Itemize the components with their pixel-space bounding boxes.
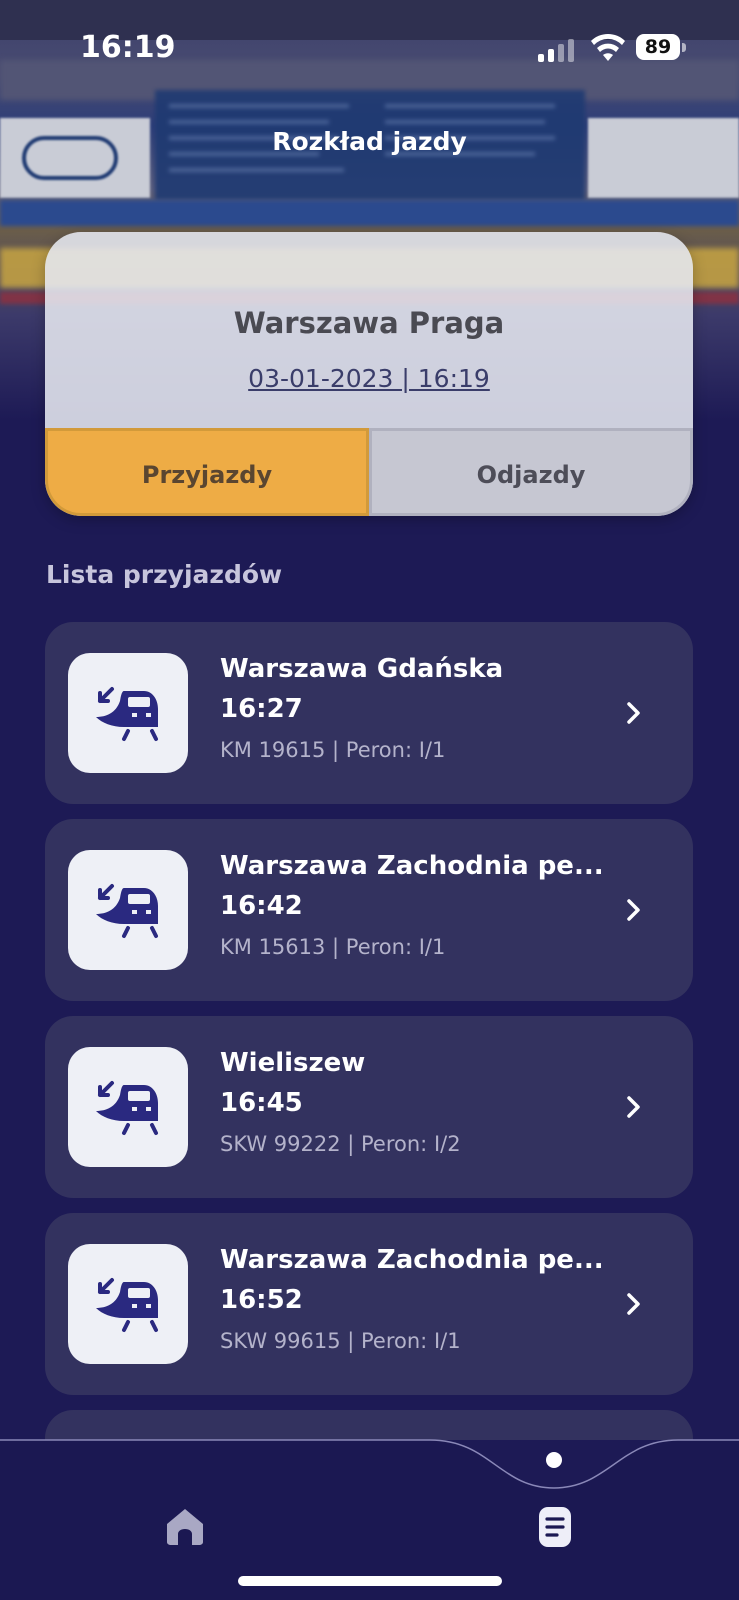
item-destination: Warszawa Zachodnia pe... xyxy=(220,1245,604,1275)
item-destination: Warszawa Gdańska xyxy=(220,654,504,684)
battery-level: 89 xyxy=(636,34,680,60)
item-destination: Warszawa Zachodnia pe... xyxy=(220,851,604,881)
arriving-train-icon xyxy=(68,850,188,970)
chevron-right-icon xyxy=(627,702,640,724)
item-time: 16:27 xyxy=(220,694,303,724)
chevron-right-icon xyxy=(627,1293,640,1315)
item-meta: SKW 99615 | Peron: I/1 xyxy=(220,1329,461,1353)
item-meta: KM 19615 | Peron: I/1 xyxy=(220,738,446,762)
active-tab-indicator xyxy=(546,1452,562,1468)
home-indicator xyxy=(238,1576,502,1586)
wifi-icon xyxy=(591,33,625,61)
chevron-right-icon xyxy=(627,1096,640,1118)
list-item[interactable]: Warszawa Zachodnia pe... 16:52 SKW 99615… xyxy=(45,1213,693,1395)
cellular-signal-icon xyxy=(538,38,578,62)
station-name: Warszawa Praga xyxy=(233,306,505,340)
tab-arrivals[interactable]: Przyjazdy xyxy=(45,428,369,516)
home-icon[interactable] xyxy=(163,1506,207,1546)
item-meta: SKW 99222 | Peron: I/2 xyxy=(220,1132,461,1156)
list-title: Lista przyjazdów xyxy=(46,560,283,589)
date-time-picker-link[interactable]: 03-01-2023 | 16:19 xyxy=(45,364,693,393)
arriving-train-icon xyxy=(68,653,188,773)
list-item[interactable]: Warszawa Gdańska 16:27 KM 19615 | Peron:… xyxy=(45,622,693,804)
item-destination: Wieliszew xyxy=(220,1048,366,1078)
timetable-list-icon[interactable] xyxy=(537,1505,573,1549)
item-time: 16:42 xyxy=(220,891,303,921)
arriving-train-icon xyxy=(68,1244,188,1364)
item-time: 16:45 xyxy=(220,1088,303,1118)
chevron-right-icon xyxy=(627,899,640,921)
page-title: Rozkład jazdy xyxy=(272,127,467,156)
arrivals-list: Warszawa Gdańska 16:27 KM 19615 | Peron:… xyxy=(45,622,693,1440)
list-item[interactable]: Warszawa Zachodnia pe... 16:42 KM 15613 … xyxy=(45,819,693,1001)
arriving-train-icon xyxy=(68,1047,188,1167)
list-item[interactable] xyxy=(45,1410,693,1440)
tab-departures[interactable]: Odjazdy xyxy=(369,428,693,516)
item-time: 16:52 xyxy=(220,1285,303,1315)
station-card: Warszawa Praga 03-01-2023 | 16:19 Przyja… xyxy=(45,232,693,516)
status-time: 16:19 xyxy=(80,30,176,65)
status-bar: 16:19 89 xyxy=(0,0,739,100)
battery-icon: 89 xyxy=(636,34,686,62)
list-item[interactable]: Wieliszew 16:45 SKW 99222 | Peron: I/2 xyxy=(45,1016,693,1198)
item-meta: KM 15613 | Peron: I/1 xyxy=(220,935,446,959)
